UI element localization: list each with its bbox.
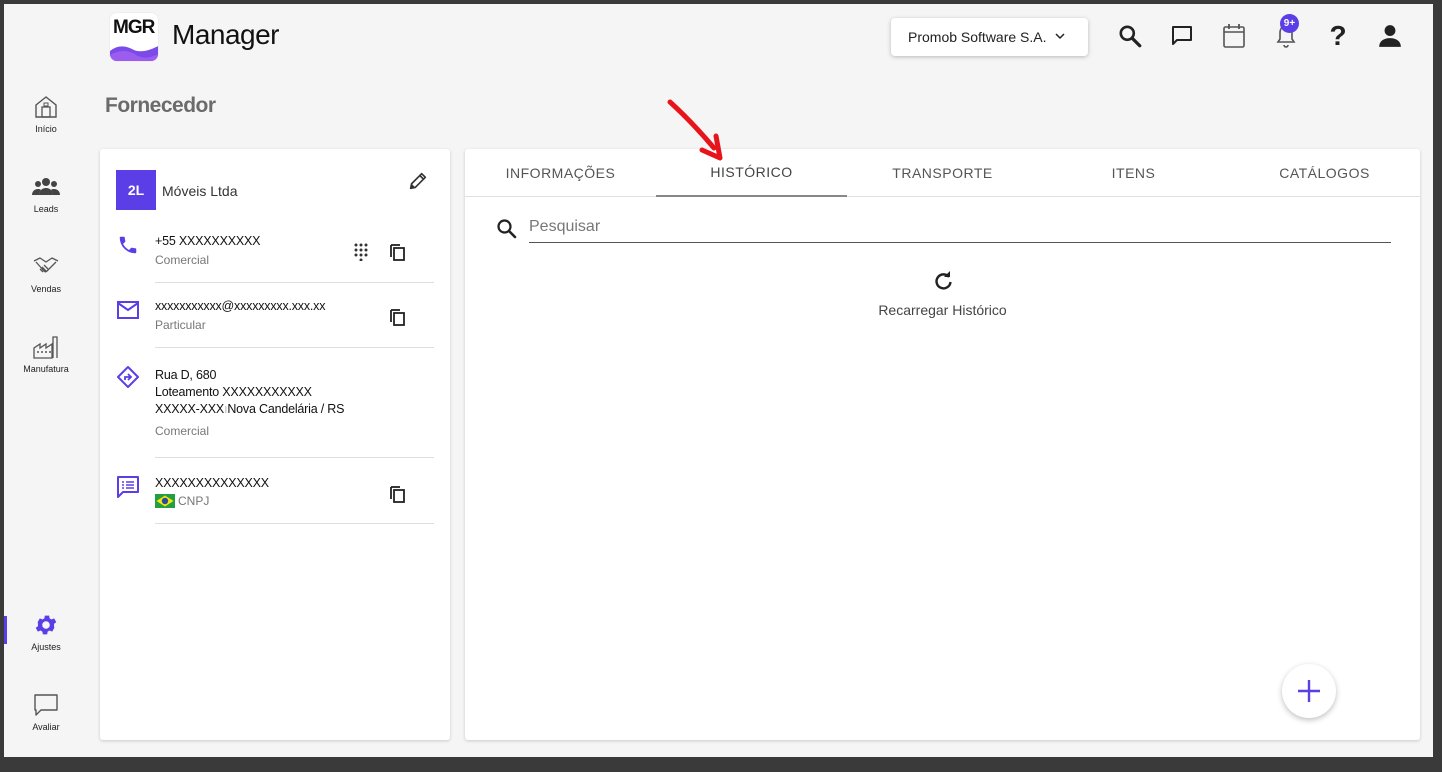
logo-text: MGR	[113, 17, 155, 38]
logo-swoosh-icon	[110, 46, 158, 61]
document-type: CNPJ	[155, 494, 209, 508]
people-icon	[31, 172, 61, 202]
sidebar-label-ajustes: Ajustes	[31, 642, 61, 652]
edit-vendor-button[interactable]	[405, 168, 431, 194]
copy-icon	[390, 244, 405, 261]
copy-phone-button[interactable]	[385, 240, 409, 264]
vendor-avatar: 2L	[116, 170, 156, 210]
tab-catalogos[interactable]: CATÁLOGOS	[1229, 149, 1420, 197]
sidebar-item-inicio[interactable]: Início	[4, 92, 88, 134]
email-address: xxxxxxxxxxx@xxxxxxxxx.xxx.xx	[155, 299, 326, 313]
address-line1: Rua D, 680	[155, 368, 217, 382]
copy-icon	[390, 486, 405, 503]
chat-bubble-icon	[31, 690, 61, 720]
phone-icon	[116, 233, 140, 257]
phone-type: Comercial	[155, 253, 210, 267]
pencil-icon	[409, 172, 427, 190]
address-row: Rua D, 680 Loteamento XXXXXXXXXXX XXXXX-…	[100, 363, 450, 453]
tab-transporte[interactable]: TRANSPORTE	[847, 149, 1038, 197]
copy-document-button[interactable]	[385, 482, 409, 506]
account-icon[interactable]	[1375, 21, 1405, 51]
address-type: Comercial	[155, 424, 210, 438]
dialpad-button[interactable]	[349, 240, 373, 264]
tab-itens[interactable]: ITENS	[1038, 149, 1229, 197]
sidebar-label-vendas: Vendas	[30, 284, 62, 294]
copy-icon	[390, 309, 405, 326]
add-button[interactable]	[1282, 664, 1336, 718]
history-panel: INFORMAÇÕES HISTÓRICO TRANSPORTE ITENS C…	[465, 149, 1420, 740]
address-zip: XXXXX-XXX	[155, 402, 225, 416]
document-type-label: CNPJ	[178, 494, 210, 508]
row-divider	[155, 523, 434, 524]
directions-icon	[116, 365, 140, 389]
app-window: MGR Manager Promob Software S.A. 9+ ? In…	[4, 4, 1433, 757]
search-icon	[497, 219, 517, 239]
reload-history-button[interactable]: Recarregar Histórico	[865, 269, 1020, 318]
email-icon	[116, 298, 140, 322]
plus-icon	[1298, 680, 1320, 702]
history-search-input[interactable]	[529, 211, 1391, 243]
copy-email-button[interactable]	[385, 305, 409, 329]
dialpad-icon	[354, 243, 368, 261]
sidebar-label-manufatura: Manufatura	[23, 364, 69, 374]
sidebar-label-inicio: Início	[35, 124, 57, 134]
gear-icon	[31, 610, 61, 640]
sidebar-item-leads[interactable]: Leads	[4, 172, 88, 214]
sidebar-item-vendas[interactable]: Vendas	[4, 252, 88, 294]
address-line2: Loteamento XXXXXXXXXXX	[155, 385, 312, 399]
sidebar-item-ajustes[interactable]: Ajustes	[4, 610, 88, 652]
search-icon[interactable]	[1115, 21, 1145, 51]
company-select[interactable]: Promob Software S.A.	[891, 18, 1088, 56]
brazil-flag-icon	[155, 494, 175, 508]
home-icon	[31, 92, 61, 122]
chevron-down-icon	[1055, 33, 1065, 40]
handshake-icon	[31, 252, 61, 282]
company-select-value: Promob Software S.A.	[908, 29, 1047, 45]
history-search	[495, 211, 1391, 243]
email-row: xxxxxxxxxxx@xxxxxxxxx.xxx.xx Particular	[100, 294, 450, 354]
mgr-logo[interactable]: MGR	[109, 12, 159, 62]
vendor-card: 2L Móveis Ltda +55 XXXXXXXXXX Comercial	[100, 149, 450, 740]
sidebar-label-avaliar: Avaliar	[32, 722, 60, 732]
address-line3: XXXXX-XXXıNova Candelária / RS	[155, 402, 345, 416]
page-title: Fornecedor	[105, 94, 216, 117]
phone-number: +55 XXXXXXXXXX	[155, 234, 261, 248]
document-row: XXXXXXXXXXXXXX CNPJ	[100, 471, 450, 531]
vendor-name: Móveis Ltda	[162, 183, 238, 199]
phone-row: +55 XXXXXXXXXX Comercial	[100, 229, 450, 289]
sidebar-item-avaliar[interactable]: Avaliar	[4, 690, 88, 732]
factory-icon	[31, 332, 61, 362]
calendar-icon[interactable]	[1219, 21, 1249, 51]
email-type: Particular	[155, 318, 206, 332]
sidebar-label-leads: Leads	[33, 204, 59, 214]
reload-history-label: Recarregar Histórico	[878, 302, 1007, 318]
notification-badge: 9+	[1280, 14, 1299, 33]
annotation-arrow-icon	[667, 99, 723, 161]
sidebar-item-manufatura[interactable]: Manufatura	[4, 332, 88, 374]
messages-icon[interactable]	[1167, 21, 1197, 51]
document-number: XXXXXXXXXXXXXX	[155, 476, 269, 490]
refresh-icon	[934, 271, 952, 290]
app-title: Manager	[172, 19, 280, 50]
tab-informacoes[interactable]: INFORMAÇÕES	[465, 149, 656, 197]
row-divider	[155, 347, 434, 348]
row-divider	[155, 282, 434, 283]
app-header: MGR Manager Promob Software S.A. 9+ ?	[4, 4, 1433, 70]
tab-bar: INFORMAÇÕES HISTÓRICO TRANSPORTE ITENS C…	[465, 149, 1420, 197]
address-city: Nova Candelária / RS	[227, 402, 345, 416]
row-divider	[155, 457, 434, 458]
document-icon	[116, 475, 140, 499]
help-icon[interactable]: ?	[1323, 20, 1353, 51]
